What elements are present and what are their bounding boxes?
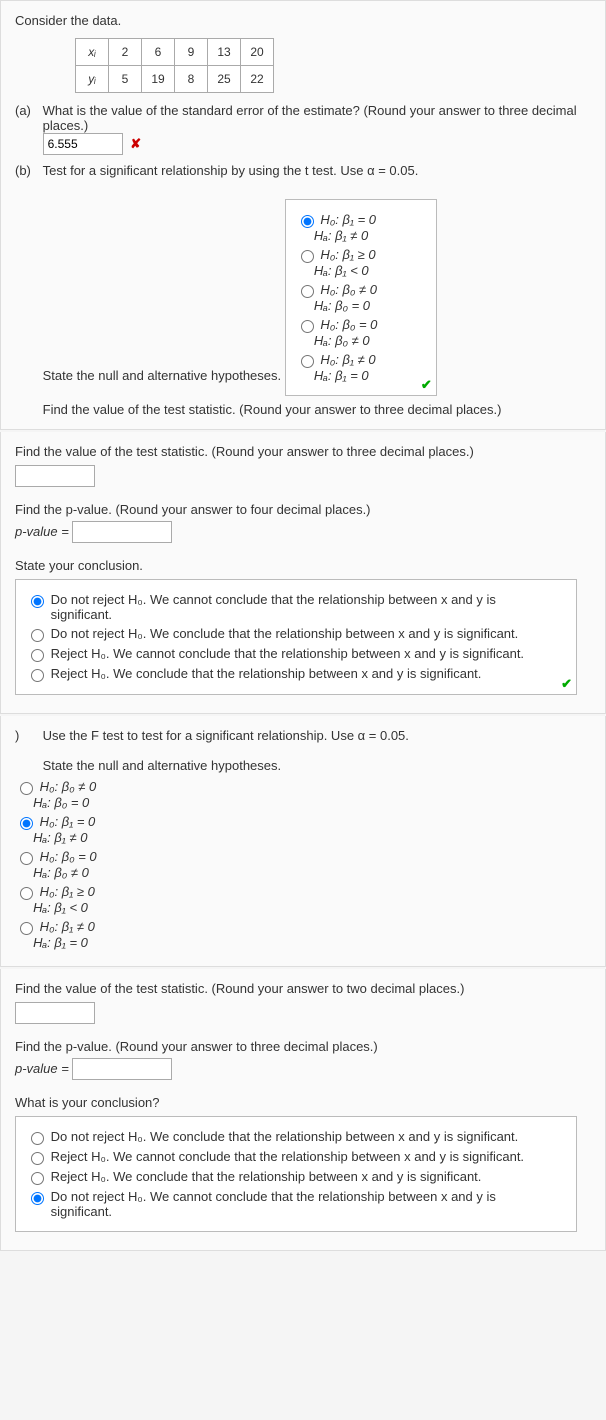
state-hypotheses-label: State the null and alternative hypothese…	[43, 368, 282, 383]
ftest-section: ) Use the F test to test for a significa…	[0, 716, 606, 967]
tconc-radio-1[interactable]	[31, 629, 44, 642]
pvalue-label: p-value =	[15, 524, 69, 539]
std-error-input[interactable]	[43, 133, 123, 155]
part-a-label: (a)	[15, 103, 39, 118]
f-pvalue-input[interactable]	[72, 1058, 172, 1080]
hyp-c-radio-0[interactable]	[20, 782, 33, 795]
part-b-question: Test for a significant relationship by u…	[43, 163, 419, 178]
fconc-radio-3[interactable]	[31, 1192, 44, 1205]
state-conclusion-label: State your conclusion.	[15, 558, 591, 573]
t-pvalue-input[interactable]	[72, 521, 172, 543]
fconc-radio-1[interactable]	[31, 1152, 44, 1165]
find-fts-label: Find the value of the test statistic. (R…	[15, 981, 591, 996]
table-cell: 6	[142, 39, 175, 66]
wrong-icon: ✘	[130, 136, 141, 151]
hypothesis-options-b: H₀: β₁ = 0 Hₐ: β₁ ≠ 0 H₀: β₁ ≥ 0 Hₐ: β₁ …	[285, 199, 437, 396]
yi-label: yᵢ	[76, 66, 109, 93]
check-icon: ✔	[421, 377, 432, 393]
tconc-radio-0[interactable]	[31, 595, 44, 608]
ftest-results-section: Find the value of the test statistic. (R…	[0, 969, 606, 1251]
part-a-question: What is the value of the standard error …	[43, 103, 577, 133]
hyp-b-radio-2[interactable]	[301, 285, 314, 298]
table-cell: 20	[241, 39, 274, 66]
check-icon: ✔	[561, 676, 572, 692]
table-cell: 5	[109, 66, 142, 93]
f-conclusion-options: Do not reject H₀. We conclude that the r…	[15, 1116, 577, 1232]
f-pvalue-label: p-value =	[15, 1061, 69, 1076]
table-cell: 2	[109, 39, 142, 66]
part-c-label: )	[15, 728, 39, 743]
table-cell: 22	[241, 66, 274, 93]
intro-text: Consider the data.	[15, 13, 591, 28]
fconc-radio-2[interactable]	[31, 1172, 44, 1185]
find-p-label: Find the p-value. (Round your answer to …	[15, 502, 591, 517]
hyp-b-radio-1[interactable]	[301, 250, 314, 263]
hyp-c-radio-4[interactable]	[20, 922, 33, 935]
table-cell: 9	[175, 39, 208, 66]
part-c-question: Use the F test to test for a significant…	[43, 728, 409, 743]
hyp-b-radio-3[interactable]	[301, 320, 314, 333]
data-table: xᵢ 2 6 9 13 20 yᵢ 5 19 8 25 22	[75, 38, 274, 93]
table-cell: 25	[208, 66, 241, 93]
t-test-stat-input[interactable]	[15, 465, 95, 487]
hyp-b-radio-0[interactable]	[301, 215, 314, 228]
tconc-radio-3[interactable]	[31, 669, 44, 682]
state-hypotheses-label-c: State the null and alternative hypothese…	[43, 758, 282, 773]
f-test-stat-input[interactable]	[15, 1002, 95, 1024]
tconc-radio-2[interactable]	[31, 649, 44, 662]
table-cell: 19	[142, 66, 175, 93]
table-cell: 13	[208, 39, 241, 66]
find-ts-label: Find the value of the test statistic. (R…	[43, 402, 502, 417]
hyp-b-radio-4[interactable]	[301, 355, 314, 368]
xi-label: xᵢ	[76, 39, 109, 66]
t-conclusion-options: Do not reject H₀. We cannot conclude tha…	[15, 579, 577, 695]
ttest-results-section: Find the value of the test statistic. (R…	[0, 432, 606, 714]
what-conclusion-label: What is your conclusion?	[15, 1095, 591, 1110]
find-fp-label: Find the p-value. (Round your answer to …	[15, 1039, 591, 1054]
fconc-radio-0[interactable]	[31, 1132, 44, 1145]
find-ts-label-2: Find the value of the test statistic. (R…	[15, 444, 591, 459]
intro-section: Consider the data. xᵢ 2 6 9 13 20 yᵢ 5 1…	[0, 0, 606, 430]
hyp-c-radio-3[interactable]	[20, 887, 33, 900]
table-cell: 8	[175, 66, 208, 93]
part-b-label: (b)	[15, 163, 39, 178]
hyp-c-radio-2[interactable]	[20, 852, 33, 865]
hyp-c-radio-1[interactable]	[20, 817, 33, 830]
